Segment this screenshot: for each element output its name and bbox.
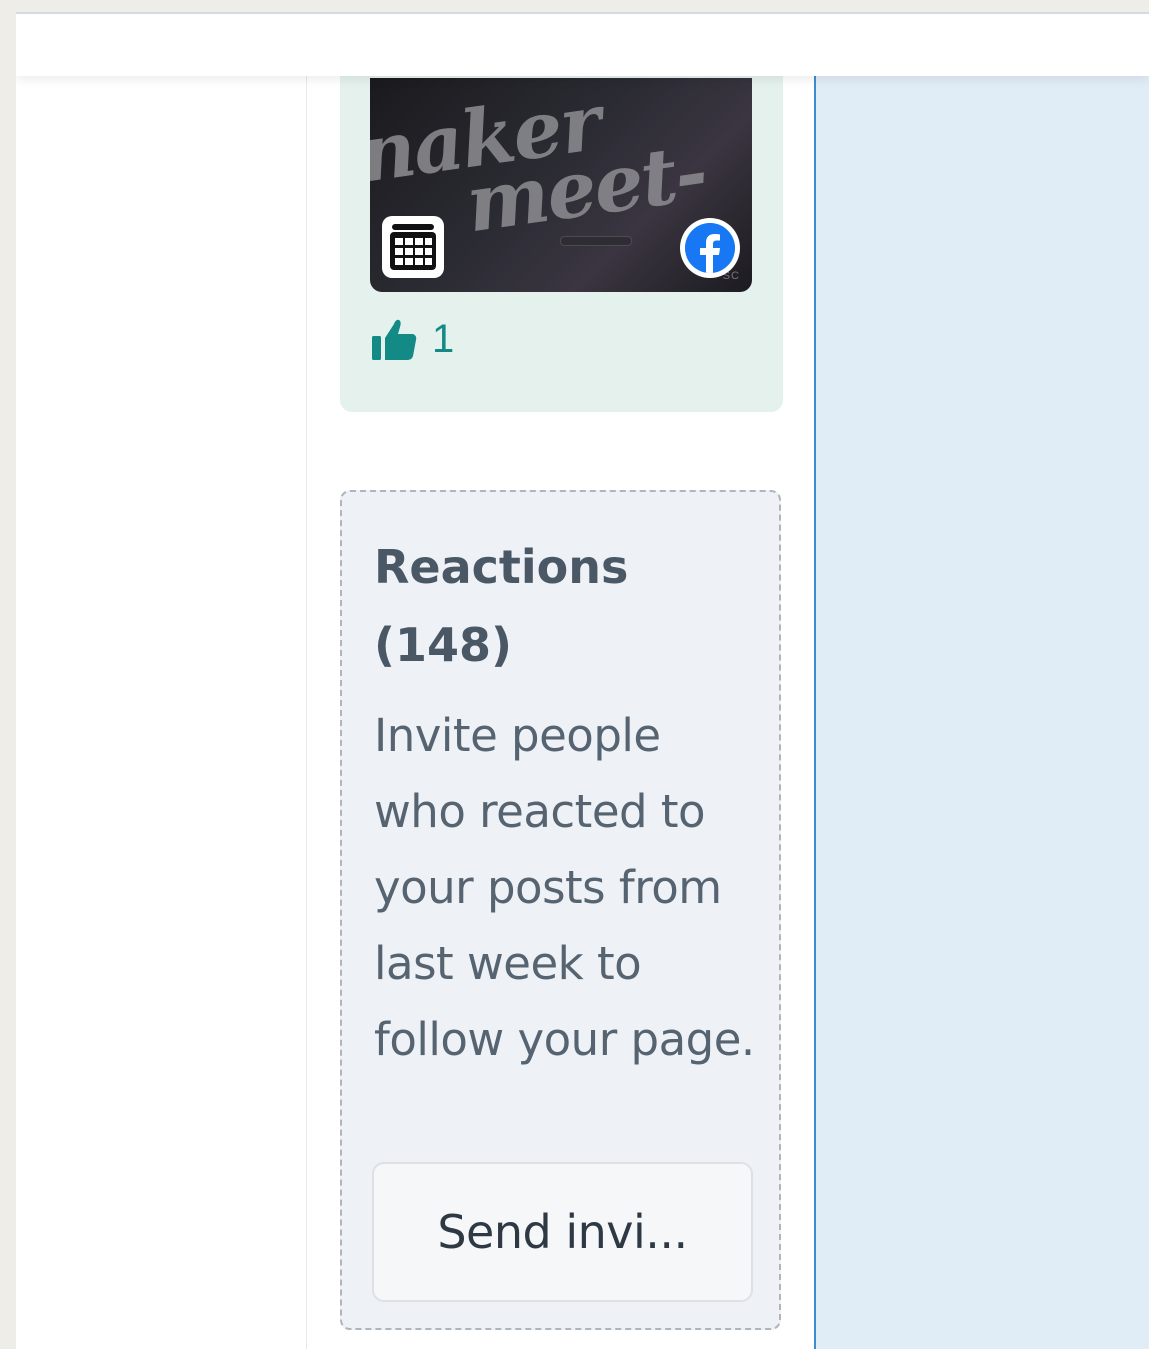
post-image[interactable]: naker meet- SC: [370, 78, 752, 292]
reactions-title: Reactions (148): [374, 540, 629, 672]
thumbs-up-icon: [372, 319, 417, 360]
app-window: naker meet- SC 1 Reactions (148) Invite …: [16, 12, 1149, 1349]
send-invites-button[interactable]: Send invi...: [372, 1162, 753, 1302]
top-bar: [16, 14, 1149, 76]
post-image-detail: [560, 236, 632, 246]
reactions-description: Invite people who reacted to your posts …: [374, 709, 755, 1066]
left-rail: [16, 76, 307, 1349]
like-count[interactable]: 1: [370, 316, 454, 362]
facebook-icon: [680, 218, 740, 278]
post-card[interactable]: naker meet- SC 1: [340, 54, 783, 412]
like-count-value: 1: [432, 316, 455, 361]
reactions-card: Reactions (148) Invite people who reacte…: [340, 490, 781, 1330]
calendar-icon: [382, 216, 444, 278]
right-pane: [814, 76, 1149, 1349]
